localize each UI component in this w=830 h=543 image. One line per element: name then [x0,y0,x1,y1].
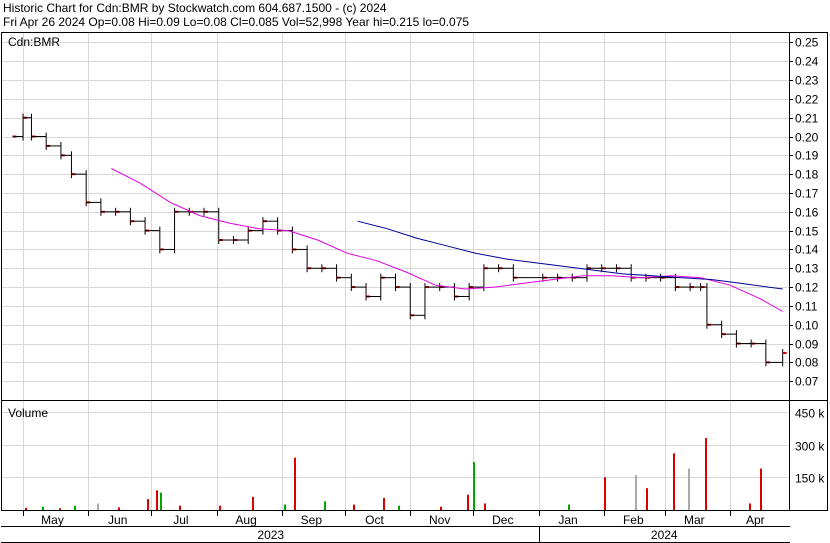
volume-bar [25,507,27,510]
volume-tick-label: 150 k [795,472,825,486]
stock-chart: Historic Chart for Cdn:BMR by Stockwatch… [1,1,828,543]
volume-label: Volume [8,406,48,420]
price-tick-label: 0.09 [795,338,819,352]
volume-bar [440,506,442,510]
volume-bar [568,504,570,510]
moving-average-short-line [111,168,783,312]
price-tick-label: 0.10 [795,319,819,333]
price-tick-label: 0.23 [795,74,819,88]
volume-bar [118,507,120,510]
month-label: Feb [623,513,644,527]
month-label: Dec [492,513,513,527]
volume-y-axis: 450 k 300 k 150 k [795,407,825,486]
month-label: Jan [558,513,577,527]
symbol-label: Cdn:BMR [8,35,60,49]
price-tick-label: 0.20 [795,131,819,145]
volume-bar [59,508,61,510]
volume-bar [42,506,44,510]
volume-bar [749,503,751,510]
price-tick-label: 0.14 [795,243,819,257]
chart-header-line1: Historic Chart for Cdn:BMR by Stockwatch… [3,1,387,15]
volume-bar [74,505,76,510]
volume-panel-frame [1,400,828,511]
volume-bar [635,475,637,510]
volume-bar [383,498,385,510]
month-label: Sep [301,513,323,527]
month-label: May [41,513,64,527]
price-bars [12,113,787,367]
month-label: Jul [173,513,188,527]
year-label: 2024 [651,528,678,542]
year-label: 2023 [257,528,284,542]
volume-bar [398,505,400,510]
price-tick-label: 0.08 [795,356,819,370]
volume-bar [156,490,158,510]
price-tick-label: 0.24 [795,55,819,69]
price-tick-label: 0.16 [795,206,819,220]
volume-bar [705,438,707,510]
volume-bar [324,501,326,510]
month-label: Mar [684,513,705,527]
price-tick-label: 0.07 [795,375,819,389]
price-tick-label: 0.22 [795,93,819,107]
volume-bar [353,504,355,510]
volume-bar [473,462,475,510]
volume-bar [467,494,469,510]
price-tick-label: 0.18 [795,168,819,182]
volume-bar [604,477,606,510]
volume-bar [688,468,690,510]
price-tick-label: 0.21 [795,112,819,126]
volume-bar [179,505,181,510]
volume-tick-label: 300 k [795,440,825,454]
price-tick-label: 0.11 [795,300,818,314]
month-label: Apr [746,513,765,527]
volume-bar [252,496,254,510]
chart-header-line2: Fri Apr 26 2024 Op=0.08 Hi=0.09 Lo=0.08 … [3,15,469,29]
volume-bar [219,505,221,510]
volume-bar [97,503,99,510]
price-panel-grid [2,33,789,400]
volume-bar [294,457,296,510]
price-tick-label: 0.13 [795,262,819,276]
volume-bars [25,438,762,510]
volume-panel-grid [2,401,789,510]
price-tick-label: 0.15 [795,225,819,239]
month-label: Aug [235,513,256,527]
price-tick-label: 0.17 [795,187,819,201]
volume-bar [673,453,675,510]
price-tick-label: 0.12 [795,281,819,295]
volume-bar [147,499,149,510]
volume-bar [646,488,648,510]
volume-tick-label: 450 k [795,407,825,421]
price-tick-label: 0.19 [795,149,819,163]
volume-bar [484,503,486,510]
month-label: Jun [108,513,127,527]
month-label: Oct [365,513,384,527]
volume-bar [760,468,762,510]
volume-bar [284,504,286,510]
price-y-axis: 0.25 0.24 0.23 0.22 0.21 0.20 0.19 0.18 0.17 0.16… [789,36,819,389]
price-tick-label: 0.25 [795,36,819,50]
volume-bar [160,492,162,510]
month-label: Nov [429,513,450,527]
price-panel-frame [1,32,828,401]
